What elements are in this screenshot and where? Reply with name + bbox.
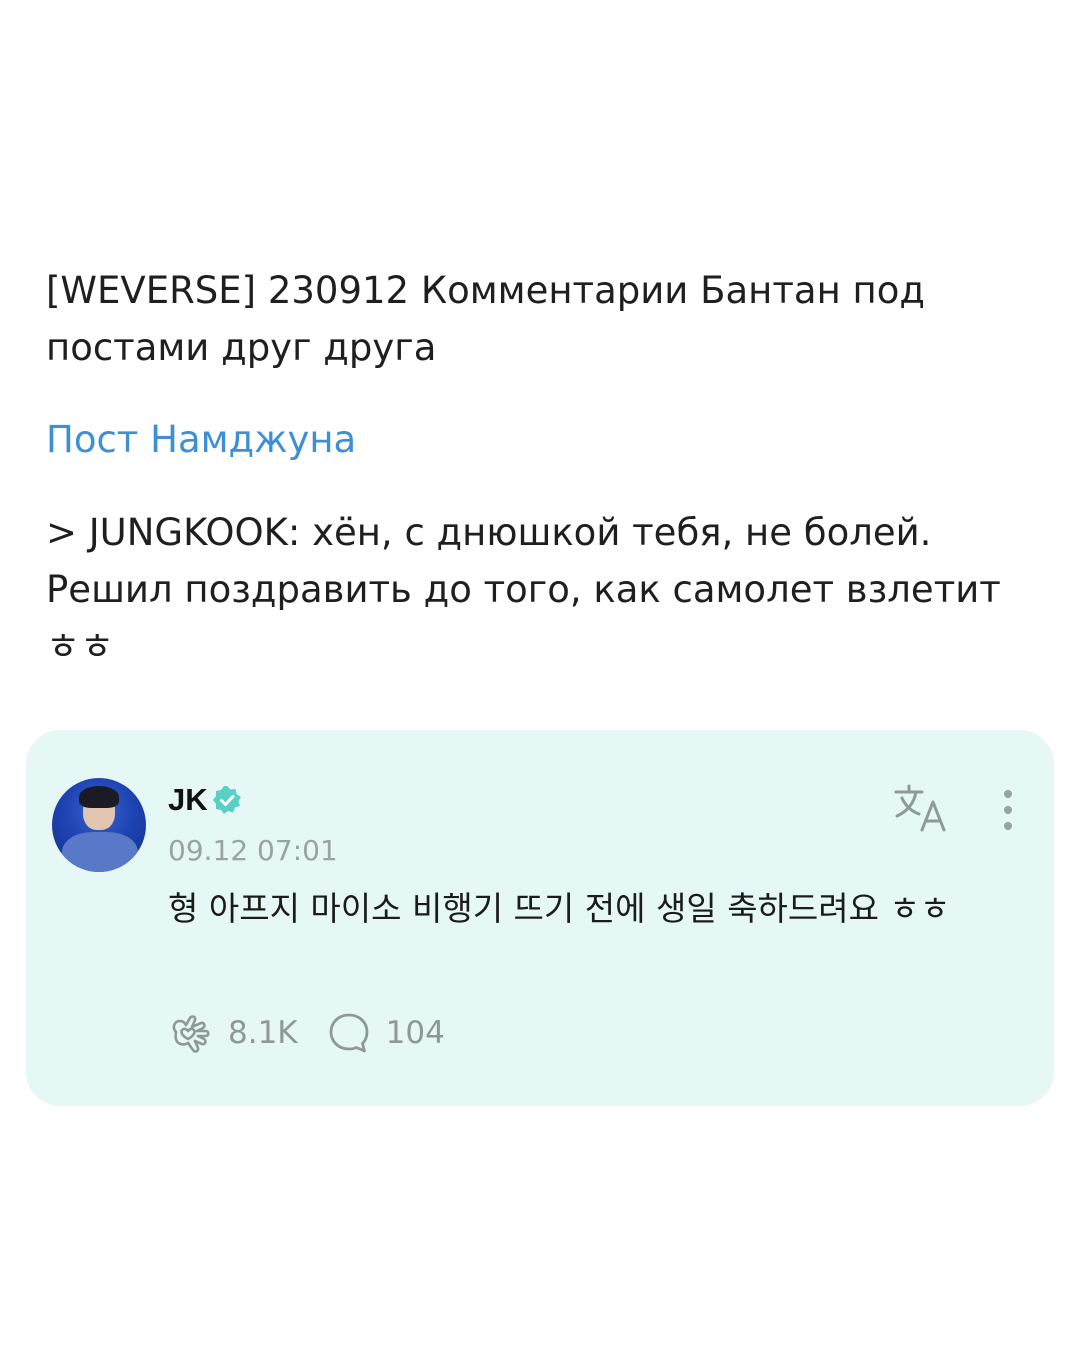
comment-text: 형 아프지 마이소 비행기 뜨기 전에 생일 축하드려요 ㅎㅎ	[168, 889, 951, 928]
like-button[interactable]: 8.1K	[168, 1010, 298, 1056]
quote-text: > JUNGKOOK: хён, с днюшкой тебя, не боле…	[46, 504, 1036, 675]
comment-bubble-icon	[329, 1013, 369, 1053]
reply-button[interactable]: 104	[326, 1010, 445, 1056]
replies-count: 104	[385, 1015, 445, 1051]
more-options-icon[interactable]	[996, 786, 1020, 834]
verified-badge-icon	[212, 786, 241, 814]
avatar-body	[62, 832, 138, 872]
post-title: [WEVERSE] 230912 Комментарии Бантан под …	[46, 269, 925, 369]
author-name: JK	[168, 782, 208, 817]
quote-line: ㅎㅎ	[46, 625, 115, 668]
quote-line: Решил поздравить до того, как самолет вз…	[46, 568, 1001, 611]
comment-card: JK 09.12 07:01 형 아프지 마이소 비행기 뜨기 전에 생일 축하…	[26, 730, 1054, 1106]
quote-line: > JUNGKOOK: хён, с днюшкой тебя, не боле…	[46, 511, 932, 554]
heart-hands-icon	[172, 1015, 210, 1053]
avatar[interactable]	[52, 778, 146, 872]
author[interactable]: JK	[168, 782, 243, 818]
likes-count: 8.1K	[228, 1015, 298, 1051]
avatar-hair	[79, 786, 119, 808]
comment-actions: 8.1K 104	[168, 1010, 473, 1056]
comment-timestamp: 09.12 07:01	[168, 834, 338, 867]
post-page: [WEVERSE] 230912 Комментарии Бантан под …	[0, 0, 1080, 1351]
translate-icon[interactable]	[892, 782, 952, 834]
namjoon-post-link[interactable]: Пост Намджуна	[46, 412, 356, 468]
